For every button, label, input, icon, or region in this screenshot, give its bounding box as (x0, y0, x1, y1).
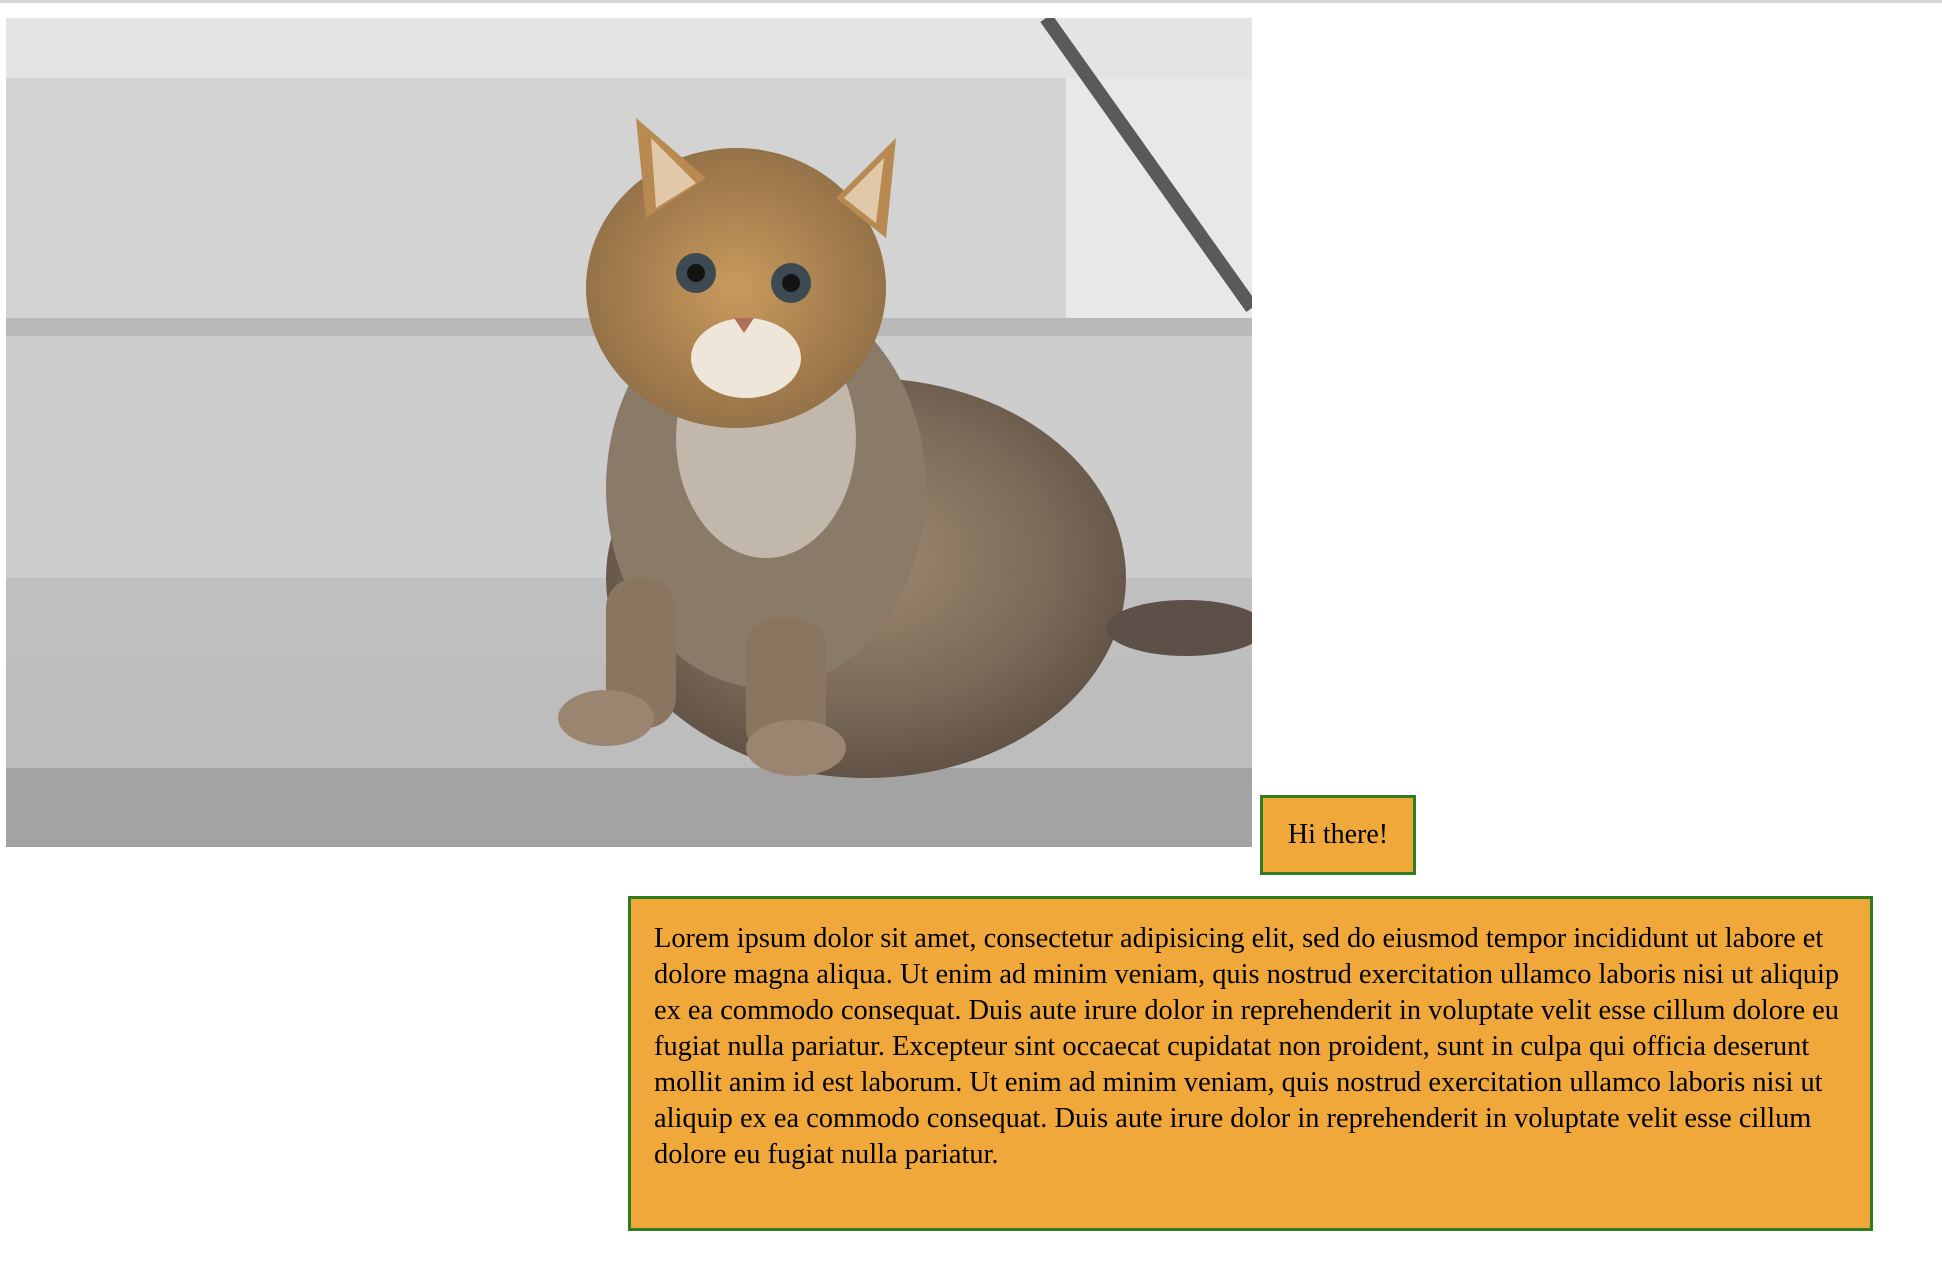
kitten-image (6, 18, 1252, 847)
greeting-box: Hi there! (1260, 795, 1416, 875)
page: Hi there! Lorem ipsum dolor sit amet, co… (0, 0, 1942, 1270)
lorem-paragraph-box: Lorem ipsum dolor sit amet, consectetur … (628, 896, 1873, 1231)
lorem-paragraph: Lorem ipsum dolor sit amet, consectetur … (654, 923, 1840, 1170)
top-divider (0, 0, 1942, 3)
greeting-text: Hi there! (1287, 819, 1389, 850)
